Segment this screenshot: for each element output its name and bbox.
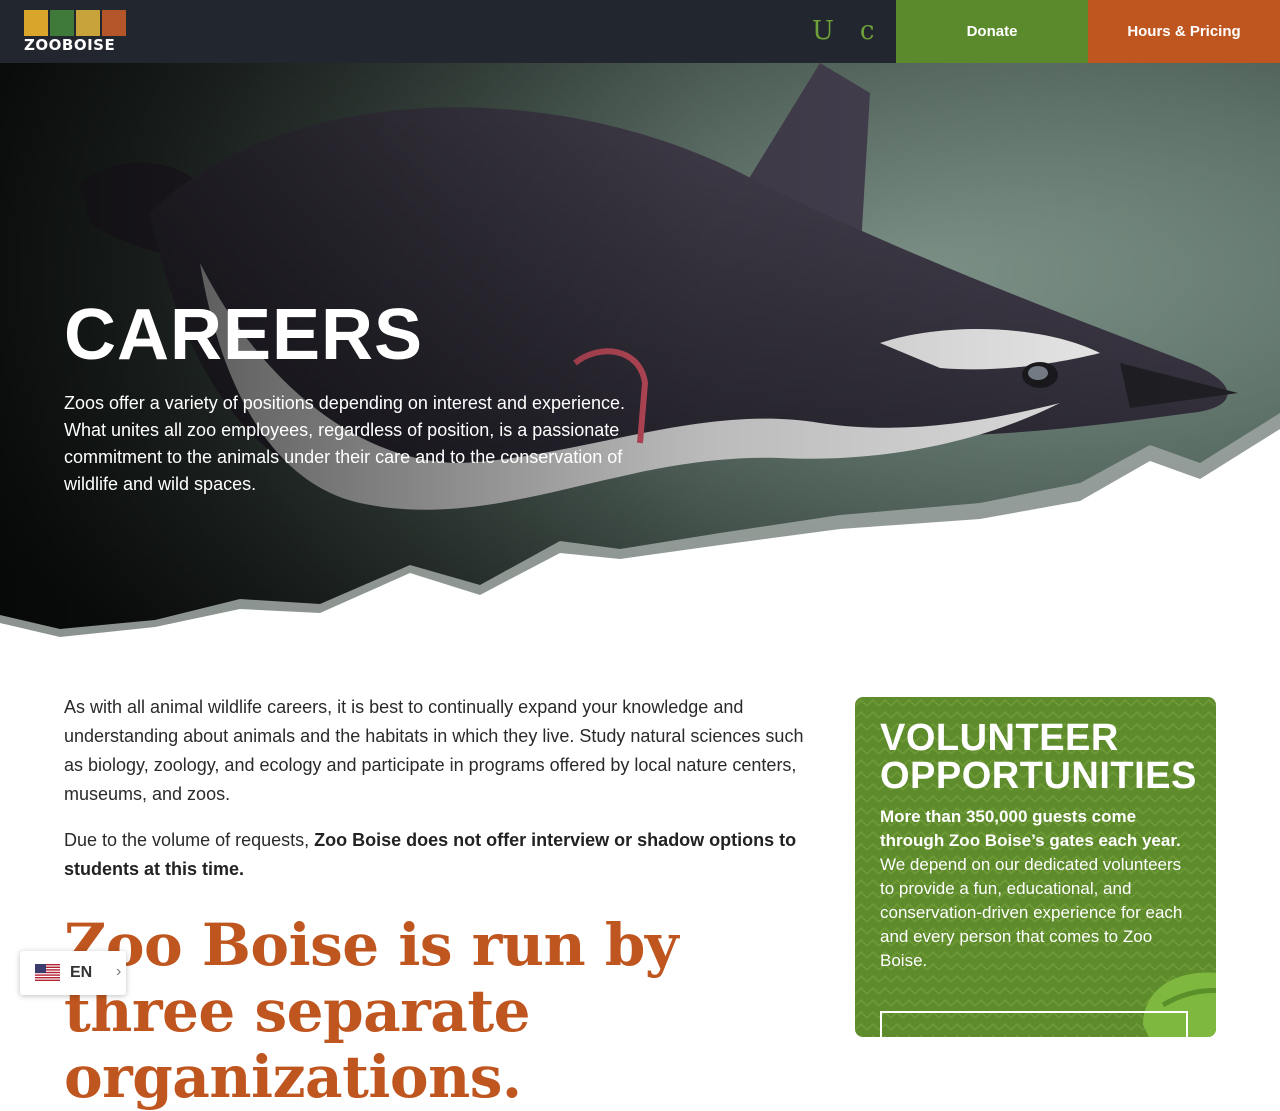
utility-icon-c[interactable]: c [860,14,875,48]
language-switcher[interactable]: EN › [20,951,126,995]
chevron-right-icon: › [116,963,122,980]
utility-icons: U c [812,14,874,48]
site-header: ZOOBOISE U c Donate Hours & Pricing [0,0,1280,63]
careers-paragraph-2: Due to the volume of requests, Zoo Boise… [64,826,814,884]
careers-paragraph-1: As with all animal wildlife careers, it … [64,697,804,804]
zoo-boise-logo[interactable]: ZOOBOISE [24,10,126,54]
logo-animals-icon [24,10,126,36]
donate-button[interactable]: Donate [896,0,1088,63]
language-code: EN [70,964,93,981]
page-title: CAREERS [64,295,424,375]
volunteer-text-rest: We depend on our dedicated volunteers to… [880,855,1183,970]
paragraph-2-intro: Due to the volume of requests, [64,830,315,850]
volunteer-text: More than 350,000 guests come through Zo… [880,805,1190,973]
main-content: As with all animal wildlife careers, it … [64,693,814,901]
hero-intro-text: Zoos offer a variety of positions depend… [64,393,626,494]
logo-wordmark: ZOOBOISE [24,36,116,54]
utility-icon-u[interactable]: U [812,14,834,48]
hours-pricing-button[interactable]: Hours & Pricing [1088,0,1280,63]
organizations-heading: Zoo Boise is run by three separate organ… [64,911,679,1111]
hero-banner: CAREERS Zoos offer a variety of position… [0,63,1280,663]
volunteer-button[interactable] [880,1011,1188,1037]
us-flag-icon [35,964,60,981]
volunteer-text-bold: More than 350,000 guests come through Zo… [880,807,1181,850]
volunteer-title: VOLUNTEER OPPORTUNITIES [880,717,1197,797]
volunteer-card: VOLUNTEER OPPORTUNITIES More than 350,00… [855,697,1216,1037]
